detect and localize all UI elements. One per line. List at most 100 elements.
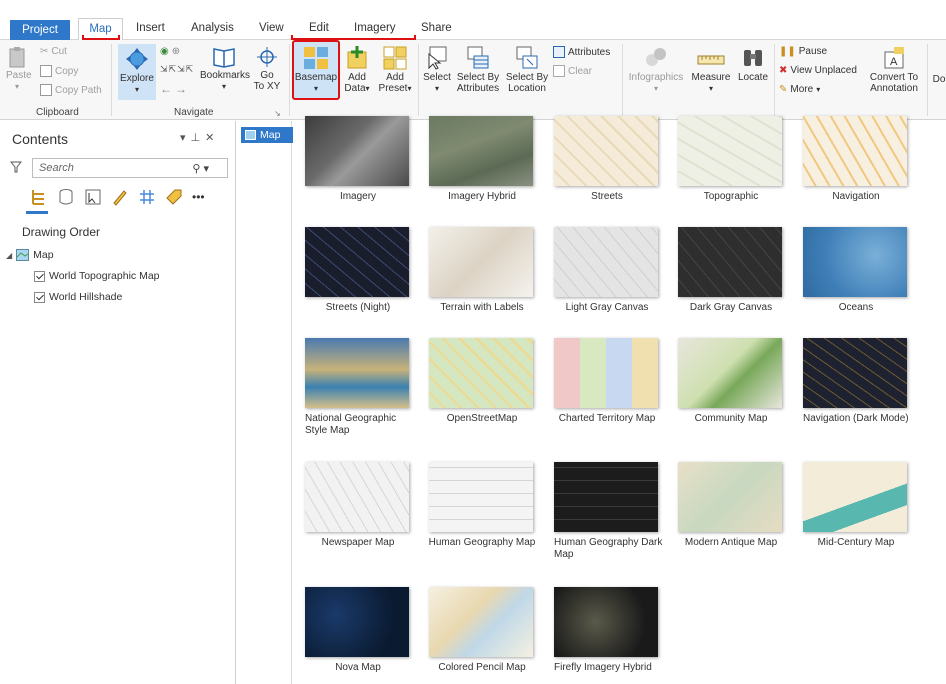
tab-edit[interactable]: Edit [309,22,329,34]
basemap-item[interactable]: Navigation [797,116,915,203]
convert-label-1: Convert To [869,72,919,83]
basemap-item[interactable]: OpenStreetMap [423,338,541,425]
more-options-icon[interactable]: ••• [192,190,205,204]
basemap-item[interactable]: Colored Pencil Map [423,587,541,674]
layer-visibility-checkbox[interactable] [34,291,45,303]
tab-insert[interactable]: Insert [136,22,165,34]
select-by-attributes-button[interactable]: Select By Attributes [455,46,501,94]
basemap-item[interactable]: National Geographic Style Map [299,338,417,437]
cut-button[interactable]: ✂ Cut [40,46,67,57]
layer-item[interactable]: World Topographic Map [34,270,160,282]
pane-controls[interactable]: ▾⊥✕ [180,131,219,144]
basemap-thumbnail [554,116,658,186]
list-by-snapping-icon[interactable] [138,188,156,206]
basemap-item[interactable]: Oceans [797,227,915,314]
filter-icon[interactable] [10,161,22,173]
close-icon[interactable]: ✕ [205,132,219,144]
prev-next-extent-buttons[interactable]: ← → [160,82,187,96]
pencil-icon: ✎ [779,84,788,95]
infographics-button[interactable]: Infographics ▾ [626,46,686,94]
basemap-button[interactable]: Basemap ▾ [292,40,340,100]
expand-icon[interactable]: ◢ [6,251,12,260]
go-to-xy-button[interactable]: Go To XY [252,46,282,92]
basemap-item[interactable]: Streets (Night) [299,227,417,314]
basemap-item[interactable]: Community Map [672,338,790,425]
locate-button[interactable]: Locate [735,46,771,83]
map-view-tab[interactable]: Map [241,127,293,143]
basemap-item[interactable]: Light Gray Canvas [548,227,666,314]
basemap-item[interactable]: Dark Gray Canvas [672,227,790,314]
attributes-button[interactable]: Attributes [553,46,610,58]
basemap-item[interactable]: Imagery [299,116,417,203]
basemap-label: Imagery Hybrid [448,191,516,202]
list-by-drawing-order-icon[interactable] [30,188,48,206]
add-data-label-1: Add [348,72,366,83]
list-by-labeling-icon[interactable] [165,188,183,206]
select-by-location-label-2: Location [508,83,546,94]
download-map-label: Do [932,74,946,85]
layer-visibility-checkbox[interactable] [34,270,45,282]
basemap-item[interactable]: Human Geography Map [423,462,541,549]
tab-view[interactable]: View [259,22,284,34]
convert-to-annotation-button[interactable]: A Convert To Annotation [866,46,922,94]
drawing-order-heading: Drawing Order [22,225,101,239]
measure-button[interactable]: Measure ▾ [690,46,732,94]
basemap-item[interactable]: Topographic [672,116,790,203]
full-extent-button[interactable]: ◉ ⊕ [160,46,180,57]
copy-icon [40,65,52,77]
chevron-down-icon: ▾ [434,84,439,93]
view-unplaced-icon: ✖ [779,65,788,76]
view-unplaced-button[interactable]: ✖ View Unplaced [779,65,857,76]
search-input[interactable]: Search ⚲ ▾ [32,158,228,178]
dialog-launcher-icon[interactable]: ↘ [274,109,281,118]
ribbon-tab-bar: Project Map Insert Analysis View Edit Im… [0,0,946,43]
basemap-item[interactable]: Modern Antique Map [672,462,790,549]
basemap-thumbnail [554,227,658,297]
list-by-editing-icon[interactable] [111,188,129,206]
select-button[interactable]: Select ▾ [422,46,452,94]
tab-project[interactable]: Project [10,20,70,40]
basemap-label: Colored Pencil Map [438,662,526,673]
tab-analysis[interactable]: Analysis [191,22,234,34]
search-icon[interactable]: ⚲ ▾ [192,162,209,175]
fixed-zoom-buttons[interactable]: ⇲⇱⇲⇱ [160,64,194,75]
add-data-button[interactable]: Add Data▾ [342,46,372,94]
select-by-location-button[interactable]: Select By Location [505,46,549,94]
pause-labeling-button[interactable]: ❚❚ Pause [779,46,827,57]
layer-item[interactable]: World Hillshade [34,291,122,303]
basemap-item[interactable]: Imagery Hybrid [423,116,541,203]
go-to-xy-label-2: To XY [253,81,281,92]
basemap-item[interactable]: Navigation (Dark Mode) [797,338,915,425]
basemap-label: Nova Map [335,662,381,673]
pin-icon[interactable]: ⊥ [191,132,206,144]
list-by-source-icon[interactable] [57,188,75,206]
copy-button[interactable]: Copy [40,65,78,77]
tab-share[interactable]: Share [421,22,452,34]
select-by-attributes-label-2: Attributes [456,83,500,94]
paste-button[interactable]: Paste ▾ [6,46,32,92]
chevron-down-icon: ▾ [313,84,318,93]
explore-button[interactable]: Explore ▾ [118,44,156,100]
copy-path-button[interactable]: Copy Path [40,84,102,96]
tab-imagery[interactable]: Imagery [354,22,396,34]
more-labeling-button[interactable]: ✎ More ▾ [779,84,820,95]
basemap-label: Navigation [832,191,880,202]
basemap-item[interactable]: Newspaper Map [299,462,417,549]
contents-title: Contents [12,131,69,147]
list-by-selection-icon[interactable] [84,188,102,206]
basemap-label: Streets (Night) [325,302,391,313]
basemap-item[interactable]: Nova Map [299,587,417,674]
basemap-item[interactable]: Firefly Imagery Hybrid [548,587,666,674]
basemap-item[interactable]: Streets [548,116,666,203]
download-map-button[interactable]: Do [932,74,946,85]
map-node[interactable]: ◢ Map [6,249,54,261]
basemap-item[interactable]: Terrain with Labels [423,227,541,314]
clear-selection-button[interactable]: Clear [553,65,592,77]
basemap-item[interactable]: Mid-Century Map [797,462,915,549]
add-preset-button[interactable]: Add Preset▾ [376,46,414,94]
bookmarks-button[interactable]: Bookmarks ▾ [200,46,250,92]
basemap-item[interactable]: Human Geography Dark Map [548,462,666,561]
select-label: Select [423,72,451,83]
basemap-item[interactable]: Charted Territory Map [548,338,666,425]
pane-options-icon[interactable]: ▾ [180,132,191,144]
